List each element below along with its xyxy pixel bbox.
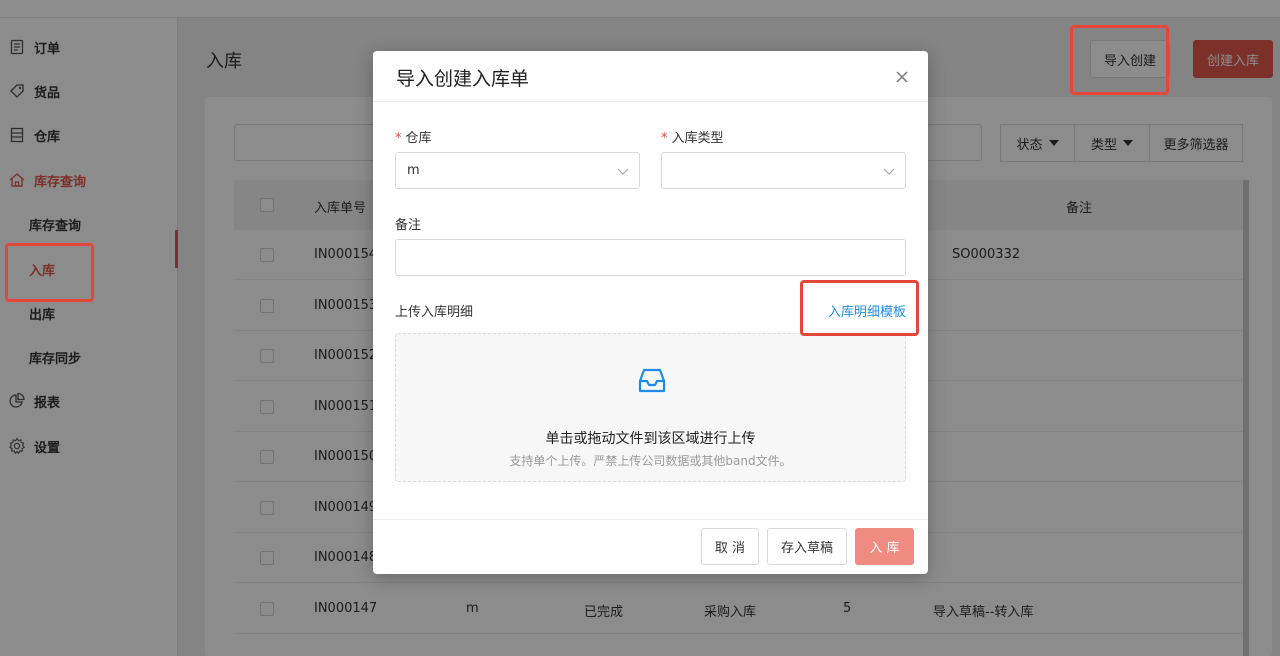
highlight-box-inbound <box>5 243 94 302</box>
highlight-box-template <box>800 280 919 336</box>
dialog-header: 导入创建入库单 <box>373 51 928 102</box>
upload-label: 上传入库明细 <box>395 305 474 320</box>
dropzone-hint: 支持单个上传。严禁上传公司数据或其他band文件。 <box>509 454 792 468</box>
remark-label: 备注 <box>395 218 422 233</box>
chevron-down-icon <box>617 168 629 175</box>
dialog-footer-divider <box>373 519 928 520</box>
required-mark: * <box>395 131 402 146</box>
warehouse-select[interactable]: m <box>395 152 640 189</box>
highlight-box-import <box>1070 25 1169 95</box>
remark-input[interactable] <box>395 239 906 276</box>
warehouse-value: m <box>407 163 420 178</box>
cancel-button[interactable]: 取 消 <box>701 528 759 565</box>
dropzone-instruction: 单击或拖动文件到该区域进行上传 <box>545 431 756 447</box>
dialog-title: 导入创建入库单 <box>396 68 530 90</box>
close-icon[interactable] <box>893 68 911 86</box>
inbound-type-label: * 入库类型 <box>661 131 724 146</box>
inbound-type-select[interactable] <box>661 152 906 189</box>
required-mark: * <box>661 131 668 146</box>
submit-inbound-button[interactable]: 入 库 <box>855 528 914 565</box>
chevron-down-icon <box>883 168 895 175</box>
upload-dropzone[interactable]: 单击或拖动文件到该区域进行上传 支持单个上传。严禁上传公司数据或其他band文件… <box>395 333 906 482</box>
save-draft-button[interactable]: 存入草稿 <box>767 528 847 565</box>
inbox-icon <box>638 368 666 393</box>
warehouse-label: * 仓库 <box>395 131 432 146</box>
